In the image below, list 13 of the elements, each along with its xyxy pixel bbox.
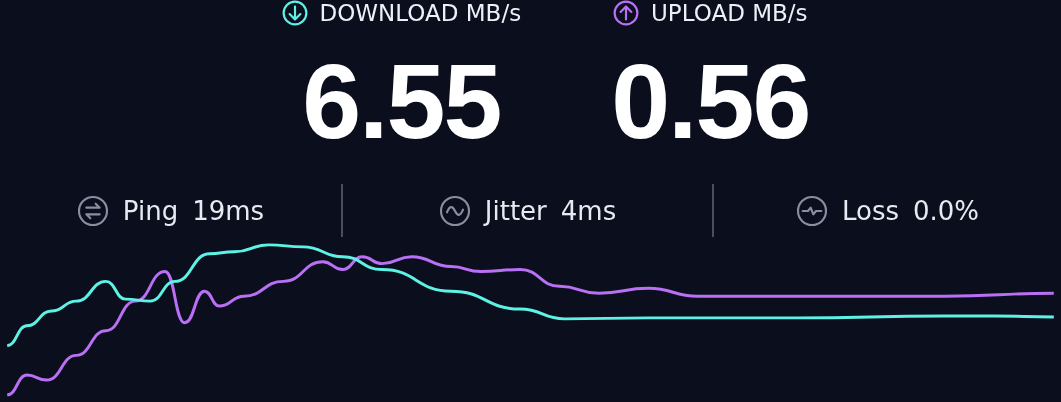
stat-label: Loss — [841, 195, 899, 226]
metric-label: UPLOAD MB/s — [651, 0, 808, 26]
speed-value: 0.56 — [611, 48, 810, 154]
stat-value: 19ms — [192, 195, 265, 226]
stat-value: 0.0% — [913, 195, 980, 226]
stat-label: Ping — [122, 195, 179, 226]
stat-label: Jitter — [484, 195, 547, 226]
swap-arrows-icon — [76, 194, 109, 227]
wave-icon — [438, 194, 471, 227]
metric-label: DOWNLOAD MB/s — [319, 0, 522, 26]
pulse-icon — [795, 194, 828, 227]
stat-value: 4ms — [560, 195, 617, 226]
speed-value: 6.55 — [302, 48, 501, 154]
